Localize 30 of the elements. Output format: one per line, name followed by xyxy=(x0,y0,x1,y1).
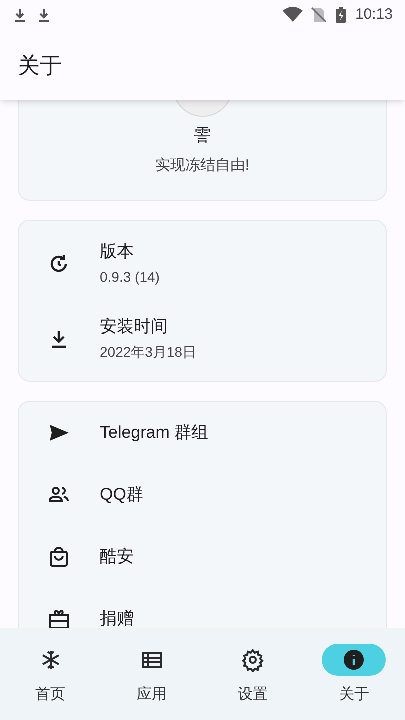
info-row[interactable]: 安装时间 2022年3月18日 xyxy=(19,301,386,376)
app-name: 霅 xyxy=(194,125,211,147)
info-row[interactable]: 版本 0.9.3 (14) xyxy=(19,226,386,301)
link-title: Telegram 群组 xyxy=(100,422,209,444)
nav-tab[interactable]: 应用 xyxy=(101,628,202,720)
link-title: 捐赠 xyxy=(100,608,134,628)
link-row[interactable]: QQ群 xyxy=(19,464,386,526)
no-sim-icon xyxy=(311,7,328,23)
info-icon xyxy=(342,648,366,672)
wifi-icon xyxy=(283,7,304,23)
info-title: 安装时间 xyxy=(100,316,169,338)
link-row[interactable]: 酷安 xyxy=(19,526,386,588)
link-row[interactable]: 捐赠 xyxy=(19,588,386,628)
link-title: 酷安 xyxy=(100,546,134,568)
page-title: 关于 xyxy=(18,52,62,80)
settings-icon xyxy=(241,648,266,672)
info-value: 2022年3月18日 xyxy=(100,343,197,362)
download-icon xyxy=(36,7,52,23)
shopping-bag-icon xyxy=(47,545,71,569)
app-slogan: 实现冻结自由! xyxy=(155,156,250,176)
nav-tab[interactable]: 关于 xyxy=(304,628,405,720)
link-title: QQ群 xyxy=(100,484,144,506)
download-icon xyxy=(12,7,28,23)
nav-tab[interactable]: 设置 xyxy=(202,628,304,720)
info-value: 0.9.3 (14) xyxy=(100,268,160,288)
nav-tab[interactable]: 首页 xyxy=(0,628,102,720)
info-title: 版本 xyxy=(100,240,135,263)
clock: 10:13 xyxy=(355,4,393,25)
link-row[interactable]: Telegram 群组 xyxy=(19,402,386,464)
battery-charging-icon xyxy=(335,7,348,23)
